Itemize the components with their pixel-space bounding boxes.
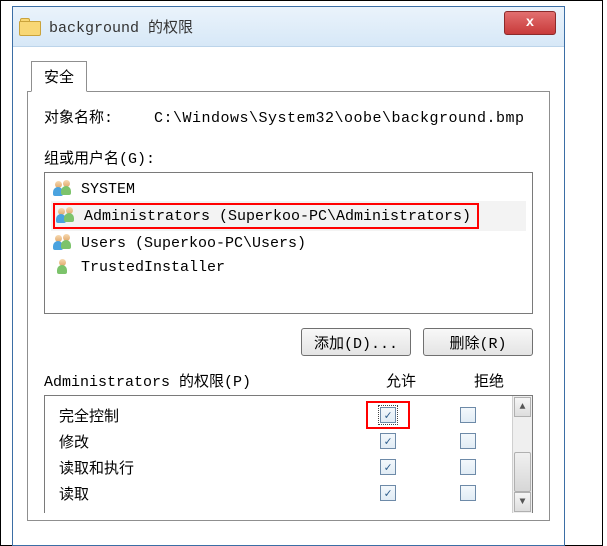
scrollbar[interactable]: ▲ ▼	[512, 396, 532, 513]
group-users-label: 组或用户名(G):	[44, 147, 533, 168]
tab-security[interactable]: 安全	[31, 61, 87, 92]
titlebar[interactable]: background 的权限 x	[13, 7, 564, 47]
deny-column-label: 拒绝	[445, 370, 533, 391]
deny-checkbox[interactable]	[460, 459, 476, 475]
close-button[interactable]: x	[504, 11, 556, 35]
users-group-icon	[53, 233, 75, 253]
principal-name: Administrators (Superkoo-PC\Administrato…	[84, 208, 471, 225]
permissions-dialog: background 的权限 x 安全 对象名称: C:\Windows\Sys…	[12, 6, 565, 546]
list-item[interactable]: SYSTEM	[51, 177, 526, 201]
highlight-box	[366, 401, 410, 429]
scroll-up-button[interactable]: ▲	[514, 397, 531, 417]
scroll-thumb[interactable]	[514, 452, 531, 492]
permission-label: 读取	[59, 483, 348, 504]
list-item[interactable]: TrustedInstaller	[51, 255, 526, 279]
remove-button[interactable]: 删除(R)	[423, 328, 533, 356]
close-icon: x	[526, 15, 534, 31]
allow-checkbox[interactable]	[380, 433, 396, 449]
client-area: 安全 对象名称: C:\Windows\System32\oobe\backgr…	[13, 47, 564, 522]
add-button[interactable]: 添加(D)...	[301, 328, 411, 356]
principal-name: SYSTEM	[81, 181, 135, 198]
permission-row: 完全控制	[59, 402, 508, 428]
users-group-icon	[56, 206, 78, 226]
permission-row: 读取和执行	[59, 454, 508, 480]
object-name-label: 对象名称:	[44, 106, 134, 127]
list-item[interactable]: Administrators (Superkoo-PC\Administrato…	[51, 201, 526, 231]
principal-name: Users (Superkoo-PC\Users)	[81, 235, 306, 252]
permission-row: 读取	[59, 480, 508, 506]
allow-checkbox[interactable]	[380, 407, 396, 423]
principal-name: TrustedInstaller	[81, 259, 225, 276]
permission-label: 读取和执行	[59, 457, 348, 478]
permission-row: 修改	[59, 428, 508, 454]
allow-checkbox[interactable]	[380, 485, 396, 501]
deny-checkbox[interactable]	[460, 433, 476, 449]
deny-checkbox[interactable]	[460, 407, 476, 423]
deny-checkbox[interactable]	[460, 485, 476, 501]
permissions-header: Administrators 的权限(P) 允许 拒绝	[44, 370, 533, 391]
allow-column-label: 允许	[357, 370, 445, 391]
permissions-list: 完全控制 修改	[44, 395, 533, 513]
tab-content: 对象名称: C:\Windows\System32\oobe\backgroun…	[27, 91, 550, 521]
permission-label: 完全控制	[59, 405, 348, 426]
scroll-down-button[interactable]: ▼	[514, 492, 531, 512]
permission-label: 修改	[59, 431, 348, 452]
user-icon	[53, 257, 75, 277]
object-row: 对象名称: C:\Windows\System32\oobe\backgroun…	[44, 106, 533, 127]
list-item[interactable]: Users (Superkoo-PC\Users)	[51, 231, 526, 255]
principals-list[interactable]: SYSTEM Administrators (Superkoo-PC\Admin…	[44, 172, 533, 314]
highlight-box: Administrators (Superkoo-PC\Administrato…	[53, 203, 479, 229]
principal-buttons: 添加(D)... 删除(R)	[44, 328, 533, 356]
folder-icon	[19, 18, 43, 36]
window-title: background 的权限	[49, 16, 193, 37]
object-path: C:\Windows\System32\oobe\background.bmp	[154, 110, 525, 127]
allow-checkbox[interactable]	[380, 459, 396, 475]
permissions-for-label: Administrators 的权限(P)	[44, 370, 357, 391]
scroll-track[interactable]	[513, 418, 532, 491]
users-group-icon	[53, 179, 75, 199]
